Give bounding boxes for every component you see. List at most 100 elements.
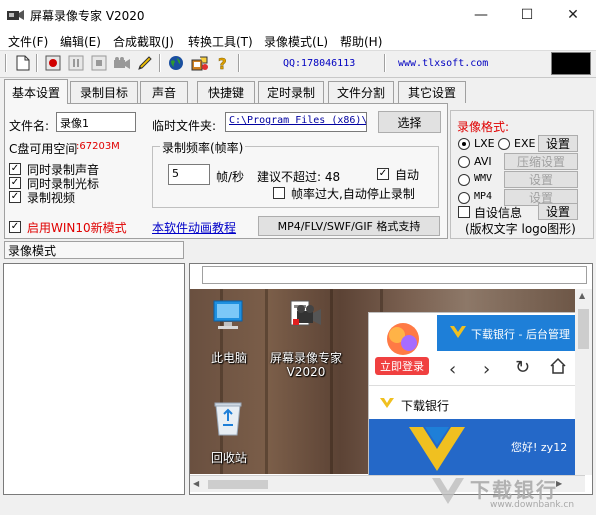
record-sound-checkbox[interactable]: ✓ [9,163,21,175]
preview-vertical-scrollbar[interactable]: ▲ [575,289,592,475]
site-logo-icon [449,325,467,342]
compress-settings-button[interactable]: 压缩设置 [504,153,578,170]
frame-rate-unit: 帧/秒 [216,170,245,184]
horizontal-scroll-thumb[interactable] [208,480,268,489]
menu-compose[interactable]: 合成截取(J) [113,33,174,50]
site-name: 下载银行 [401,399,450,413]
custom-info-note: (版权文字 logo图形) [465,222,576,236]
site-small-logo-icon [379,397,395,412]
menu-convert[interactable]: 转换工具(T) [188,33,253,50]
win10-mode-checkbox[interactable]: ✓ [9,221,21,233]
auto-rate-checkbox[interactable]: ✓ [377,168,389,180]
menu-help[interactable]: 帮助(H) [340,33,382,50]
tab-hotkeys[interactable]: 快捷键 [197,81,255,103]
close-button[interactable]: ✕ [550,0,596,30]
wmv-settings-button[interactable]: 设置 [504,171,578,188]
new-file-icon[interactable] [13,53,33,73]
browser-tab-title: 下载银行 - 后台管理 [471,328,570,341]
minimize-button[interactable]: — [458,0,504,30]
toolbar-separator [36,54,38,72]
format-wmv-radio[interactable] [458,174,470,186]
svg-text:?: ? [218,55,227,71]
menu-bar: 文件(F) 编辑(E) 合成截取(J) 转换工具(T) 录像模式(L) 帮助(H… [0,30,596,50]
pause-icon[interactable] [66,53,86,73]
lxe-settings-button[interactable]: 设置 [538,135,578,152]
toolbar-divider [369,385,579,386]
maximize-button[interactable]: ☐ [504,0,550,30]
frame-rate-group-title: 录制频率(帧率) [160,139,246,156]
browse-button[interactable]: 选择 [378,111,441,133]
format-wmv-label: WMV [474,173,493,184]
scroll-up-icon[interactable]: ▲ [579,291,585,300]
menu-record-mode[interactable]: 录像模式(L) [264,33,328,50]
record-icon[interactable] [43,53,63,73]
refresh-icon[interactable]: ↻ [515,357,530,378]
help-icon[interactable]: ? [213,53,233,73]
color-preview [551,52,591,75]
timeline-ruler[interactable] [202,266,587,284]
format-mp4-radio[interactable] [458,192,470,204]
browser-window-preview: 下载银行 - 后台管理 立即登录 ‹ › ↻ 下载银行 您好! zy12 [368,312,579,477]
pen-select-icon[interactable] [135,53,155,73]
back-icon[interactable]: ‹ [449,359,456,380]
format-lxe-label: LXE [474,137,495,150]
watermark-logo-icon [430,476,466,509]
format-exe-radio[interactable] [498,138,510,150]
user-greeting: 您好! zy12 [511,441,568,454]
qq-contact: QQ:178046113 [283,58,356,69]
recycle-bin-label: 回收站 [210,451,247,465]
menu-edit[interactable]: 编辑(E) [60,33,101,50]
record-video-checkbox[interactable]: ✓ [9,191,21,203]
recycle-bin-icon[interactable] [212,399,244,440]
site-big-logo-icon [407,425,467,476]
disk-space-value: :67203M [76,141,120,152]
toolbar-separator [384,54,386,72]
record-video-label: 录制视频 [27,191,76,205]
format-avi-radio[interactable] [458,156,470,168]
auto-rate-label: 自动 [395,168,420,182]
this-pc-label: 此电脑 [210,351,247,365]
recording-list[interactable] [3,263,185,495]
screen-recorder-app-icon[interactable] [283,299,327,336]
tab-file-split[interactable]: 文件分割 [328,81,394,103]
toolbar-separator [238,54,240,72]
custom-info-checkbox[interactable] [458,206,470,218]
stop-icon[interactable] [89,53,109,73]
toolbar-separator [159,54,161,72]
app-camera-icon [7,8,25,22]
format-lxe-radio[interactable] [458,138,470,150]
forward-icon[interactable]: › [483,359,490,380]
disk-space-label: C盘可用空间 [9,142,78,156]
temp-folder-input[interactable]: C:\Program Files (x86)\ [225,112,367,132]
frame-rate-input[interactable]: 5 [168,164,210,185]
format-exe-label: EXE [514,137,536,150]
tab-timed-record[interactable]: 定时录制 [258,81,324,103]
tab-basic-settings[interactable]: 基本设置 [4,79,68,104]
login-badge[interactable]: 立即登录 [375,357,429,375]
window-title: 屏幕录像专家 V2020 [30,9,145,23]
frame-rate-suggestion: 建议不超过: 48 [257,170,341,184]
menu-file[interactable]: 文件(F) [8,33,48,50]
custom-info-button[interactable]: 设置 [538,203,578,220]
tutorial-link[interactable]: 本软件动画教程 [152,219,236,236]
temp-folder-label: 临时文件夹: [152,119,217,133]
tab-record-target[interactable]: 录制目标 [70,81,138,103]
tab-sound[interactable]: 声音 [140,81,188,103]
tab-other-settings[interactable]: 其它设置 [398,81,466,103]
format-support-button[interactable]: MP4/FLV/SWF/GIF 格式支持 [258,216,440,236]
media-tools-icon[interactable] [190,53,210,73]
format-mp4-label: MP4 [474,191,493,202]
camera-icon[interactable] [112,53,132,73]
globe-icon[interactable] [166,53,186,73]
auto-stop-label: 帧率过大,自动停止录制 [291,187,415,201]
filename-input[interactable]: 录像1 [56,112,136,132]
website-link[interactable]: www.tlxsoft.com [398,58,488,69]
this-pc-icon[interactable] [210,299,246,336]
vertical-scroll-thumb[interactable] [578,309,589,349]
auto-stop-checkbox[interactable] [273,187,285,199]
watermark-text: 下载银行 [470,478,558,502]
wood-stripe [265,289,268,474]
scroll-left-icon[interactable]: ◀ [193,479,199,488]
record-cursor-checkbox[interactable]: ✓ [9,177,21,189]
home-icon[interactable] [549,357,567,378]
